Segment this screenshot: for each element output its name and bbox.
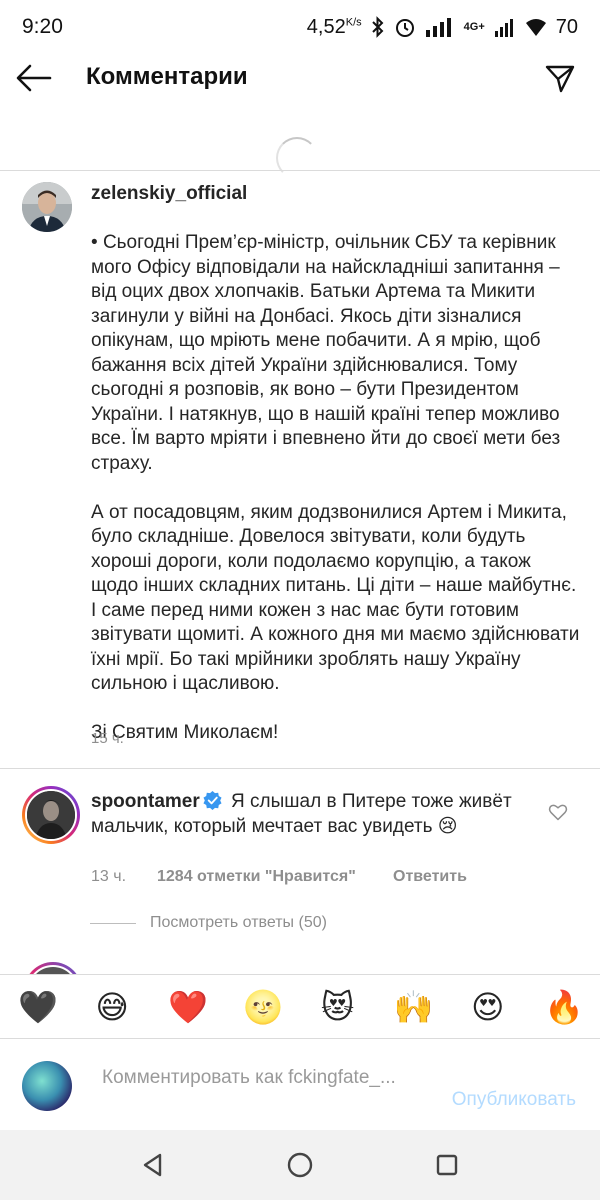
- emoji-red-heart[interactable]: ❤️: [168, 988, 208, 1026]
- emoji-raised-hands[interactable]: 🙌: [394, 988, 434, 1026]
- divider: [0, 768, 600, 769]
- caption-paragraph-1: Сьогодні Прем’єр-міністр, очільник СБУ т…: [91, 232, 561, 474]
- divider: [0, 170, 600, 171]
- caption-text: zelenskiy_official • Сьогодні Прем’єр-мі…: [91, 182, 583, 770]
- like-comment-button[interactable]: [548, 802, 570, 824]
- page-title: Комментарии: [86, 63, 248, 90]
- reply-button[interactable]: Ответить: [393, 868, 467, 886]
- emoji-heart-eyes[interactable]: 😍: [469, 988, 507, 1026]
- comment-composer: Комментировать как fckingfate_... Опубли…: [0, 1038, 600, 1130]
- battery-indicator: 70: [555, 15, 578, 38]
- emoji-heart-eyes-cat[interactable]: 😻: [319, 988, 357, 1026]
- status-bar: 9:20 4,52K/s 4G+ 70: [0, 0, 600, 54]
- verified-badge-icon: [203, 791, 222, 810]
- comment-meta: 13 ч. 1284 отметки "Нравится" Ответить: [91, 868, 467, 886]
- caption-paragraph-2: А от посадовцям, яким додзвонилися Артем…: [91, 501, 580, 695]
- caption-username[interactable]: zelenskiy_official: [91, 183, 247, 204]
- nav-recents-button[interactable]: [425, 1143, 469, 1187]
- signal-icon-2: [494, 19, 513, 37]
- commenter-avatar[interactable]: [22, 786, 80, 844]
- comment-input[interactable]: Комментировать как fckingfate_...: [102, 1066, 422, 1090]
- system-nav-bar: [0, 1130, 600, 1200]
- avatar[interactable]: [22, 182, 72, 232]
- signal-icon: [425, 18, 451, 37]
- status-icons: 4,52K/s 4G+ 70: [307, 16, 578, 39]
- emoji-sweat-smile[interactable]: 😅: [93, 988, 131, 1026]
- paper-plane-icon: [545, 65, 575, 93]
- commenter-username[interactable]: spoontamer: [91, 791, 200, 812]
- comment-likes[interactable]: 1284 отметки "Нравится": [157, 868, 393, 886]
- replies-divider: [90, 922, 136, 924]
- avatar-image: [22, 182, 72, 232]
- circle-home-icon: [287, 1152, 313, 1178]
- status-time: 9:20: [22, 15, 63, 38]
- comment-timestamp: 13 ч.: [91, 868, 127, 885]
- heart-outline-icon: [548, 804, 568, 821]
- nav-home-button[interactable]: [278, 1143, 322, 1187]
- emoji-black-heart[interactable]: 🖤: [18, 988, 58, 1026]
- emoji-quick-bar: 🖤 😅 ❤️ 🌝 😻 🙌 😍 🔥: [0, 974, 600, 1038]
- emoji-full-moon-face[interactable]: 🌝: [243, 988, 283, 1026]
- back-button[interactable]: [14, 58, 54, 98]
- current-user-avatar: [22, 1061, 72, 1111]
- alarm-icon: [395, 19, 414, 37]
- square-recents-icon: [436, 1154, 457, 1176]
- view-replies-label: Посмотреть ответы (50): [150, 914, 327, 931]
- loading-spinner: [276, 137, 318, 179]
- caption-paragraph-3: Зі Святим Миколаєм!: [91, 722, 279, 743]
- share-button[interactable]: [540, 58, 580, 98]
- network-speed: 4,52K/s: [306, 15, 362, 38]
- nav-back-button[interactable]: [131, 1143, 175, 1187]
- caption-timestamp: 15 ч.: [91, 730, 124, 747]
- network-type: 4G+: [463, 21, 485, 33]
- post-button[interactable]: Опубликовать: [452, 1089, 576, 1111]
- bluetooth-icon: [371, 16, 384, 38]
- wifi-icon: [525, 19, 546, 36]
- triangle-back-icon: [144, 1153, 162, 1177]
- arrow-left-icon: [16, 64, 52, 92]
- ukraine-flag-icon: [255, 186, 277, 200]
- avatar-image: [25, 789, 77, 841]
- avatar-photo-icon: [27, 791, 75, 839]
- next-commenter-avatar[interactable]: [24, 962, 82, 974]
- view-replies-button[interactable]: Посмотреть ответы (50): [90, 914, 327, 932]
- emoji-fire[interactable]: 🔥: [544, 988, 584, 1026]
- comment-emoji: 😢: [437, 815, 458, 837]
- header: Комментарии: [0, 54, 600, 102]
- comment-text: spoontamer Я слышал в Питере тоже живёт …: [91, 790, 541, 839]
